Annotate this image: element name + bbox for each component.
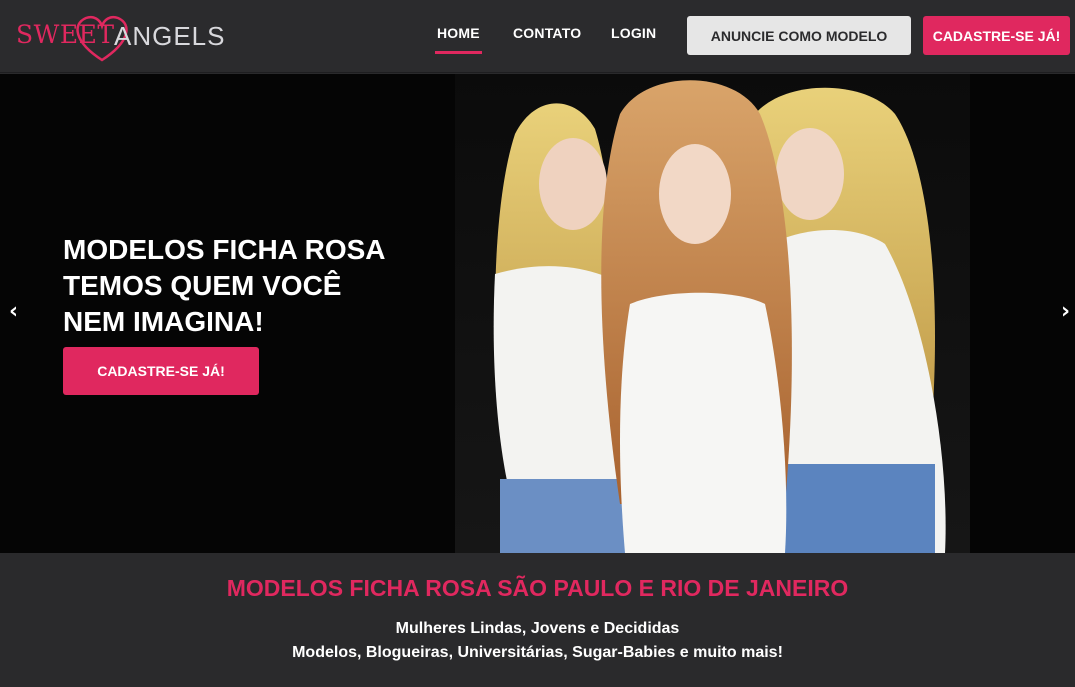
nav-home[interactable]: HOME <box>435 25 482 54</box>
nav-login[interactable]: LOGIN <box>611 25 656 41</box>
hero-banner: MODELOS FICHA ROSA TEMOS QUEM VOCÊ NEM I… <box>0 74 1075 553</box>
chevron-right-icon[interactable]: › <box>1061 299 1070 324</box>
hero-title-line: MODELOS FICHA ROSA <box>63 234 386 265</box>
hero-models-photo <box>455 74 970 553</box>
section-heading: MODELOS FICHA ROSA SÃO PAULO E RIO DE JA… <box>226 575 849 601</box>
hero-title-line: NEM IMAGINA! <box>63 306 264 337</box>
site-header: SWEET ANGELS HOME CONTATO LOGIN ANUNCIE … <box>0 0 1075 73</box>
logo-text-sweet: SWEET <box>16 20 115 49</box>
chevron-left-icon[interactable]: ‹ <box>9 299 18 324</box>
hero-title: MODELOS FICHA ROSA TEMOS QUEM VOCÊ NEM I… <box>63 232 403 340</box>
anuncie-button[interactable]: ANUNCIE COMO MODELO <box>687 16 911 55</box>
logo-text-angels: ANGELS <box>114 21 226 51</box>
intro-section: MODELOS FICHA ROSA SÃO PAULO E RIO DE JA… <box>0 553 1075 687</box>
cadastre-hero-button[interactable]: CADASTRE-SE JÁ! <box>63 347 259 395</box>
logo[interactable]: SWEET ANGELS <box>14 12 225 64</box>
cadastre-header-button[interactable]: CADASTRE-SE JÁ! <box>923 16 1070 55</box>
nav-contato[interactable]: CONTATO <box>513 25 581 41</box>
section-subtitle-2: Modelos, Blogueiras, Universitárias, Sug… <box>292 644 783 661</box>
hero-title-line: TEMOS QUEM VOCÊ <box>63 270 342 301</box>
section-subtitle-1: Mulheres Lindas, Jovens e Decididas <box>395 620 680 637</box>
